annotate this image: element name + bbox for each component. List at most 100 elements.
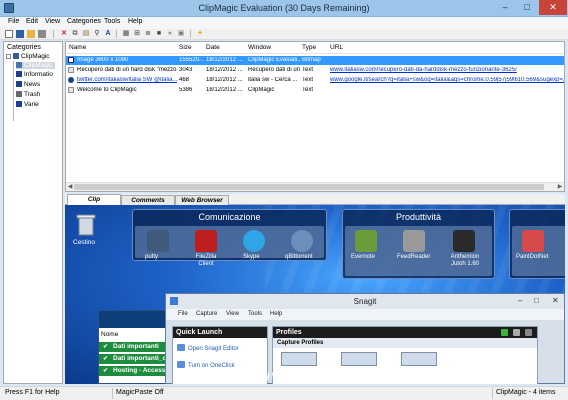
recycle-bin-label: Cestino	[73, 239, 96, 246]
find-icon[interactable]: ⚲	[93, 30, 101, 38]
row-name: Image 3600 x 1080	[77, 57, 129, 63]
fence-body: PaintDotNet	[512, 226, 565, 276]
close-button[interactable]: ✕	[539, 0, 567, 15]
row-name: Welcome to ClipMagic	[77, 87, 137, 93]
fence-item-label: qBittorrent	[285, 254, 313, 260]
delete-icon[interactable]: ✕	[60, 30, 68, 38]
table-row[interactable]: Image 3600 x 1080 155520... 18/12/2012 .…	[66, 56, 564, 65]
clip-list[interactable]: Name Size Date Window Type URL Image 360…	[65, 41, 565, 192]
minimize-icon: –	[518, 296, 523, 305]
row-date: 18/12/2012 ...	[206, 87, 243, 93]
fence-body: Evernote FeedReader Anthemion Jutoh 1.60	[345, 226, 492, 276]
row-size: 3043	[179, 67, 193, 73]
scroll-right-icon[interactable]: ▶	[556, 183, 564, 191]
tab-clip[interactable]: Clip	[67, 194, 121, 205]
snagit-menu-item: Help	[270, 311, 283, 317]
new-icon[interactable]	[5, 30, 13, 38]
save-icon[interactable]	[16, 30, 24, 38]
tree-root-label: ClipMagic	[21, 53, 50, 60]
tip-icon[interactable]: ✦	[196, 30, 204, 38]
open-icon[interactable]	[27, 30, 35, 38]
tab-comments[interactable]: Comments	[121, 195, 175, 205]
maximize-button[interactable]: □	[516, 0, 538, 15]
tree-root[interactable]: ClipMagic	[6, 53, 50, 60]
sidebar-item-label: ClipMagic	[24, 62, 53, 69]
sidebar-item-informatica[interactable]: Informatio	[16, 71, 53, 78]
fence-produttivita: Produttività Evernote FeedReader Anthemi…	[342, 209, 495, 279]
column-window[interactable]: Window	[248, 44, 271, 51]
jutoh-icon	[453, 230, 475, 252]
image-icon[interactable]: ▣	[177, 30, 185, 38]
record-icon[interactable]: ●	[166, 30, 174, 38]
snagit-menu: File Capture View Tools Help	[166, 309, 564, 320]
sidebar-item-news[interactable]: News	[16, 81, 40, 88]
print-icon[interactable]	[38, 30, 46, 38]
row-type: Bitmap	[302, 57, 321, 63]
sidebar-item-label: Trash	[24, 91, 41, 98]
scrollbar-thumb[interactable]	[74, 184, 544, 190]
profile-thumbnail	[341, 352, 377, 366]
toolbar-separator	[116, 30, 117, 38]
qbittorrent-icon	[291, 230, 313, 252]
column-type[interactable]: Type	[302, 44, 316, 51]
profiles-title: Profiles	[273, 327, 537, 338]
paste-icon[interactable]: ▤	[82, 30, 90, 38]
row-url[interactable]: www.google.it/search?q=italia+sw&oq=ital…	[330, 77, 564, 83]
filezilla-icon	[195, 230, 217, 252]
column-date[interactable]: Date	[206, 44, 220, 51]
oneclick-icon	[177, 361, 185, 368]
row-date: 18/12/2012 ...	[206, 77, 243, 83]
table-row[interactable]: Welcome to ClipMagic 5386 18/12/2012 ...…	[66, 86, 564, 95]
row-name[interactable]: twitter.com/italiasw/italia SW @italia..…	[77, 77, 177, 83]
menu-categories[interactable]: Categories	[67, 18, 101, 25]
row-date: 18/12/2012 ...	[206, 57, 243, 63]
fence-item-label: Evernote	[351, 254, 376, 260]
column-url[interactable]: URL	[330, 44, 343, 51]
sidebar-item-trash[interactable]: Trash	[16, 91, 40, 98]
row-type: Text	[302, 67, 314, 73]
tab-web-browser[interactable]: Web Browser	[175, 195, 229, 205]
list-icon[interactable]: ≣	[144, 30, 152, 38]
row-date: 18/12/2012 ...	[206, 67, 243, 73]
menu-file[interactable]: File	[8, 18, 19, 25]
scroll-left-icon[interactable]: ◀	[66, 183, 74, 191]
snagit-menu-item: File	[178, 311, 188, 317]
sidebar-item-clipmagic[interactable]: ClipMagic	[16, 62, 55, 69]
horizontal-scrollbar[interactable]: ◀ ▶	[66, 182, 564, 191]
menu-bar: File Edit View Categories Tools Help	[0, 17, 568, 29]
table-row[interactable]: twitter.com/italiasw/italia SW @italia..…	[66, 76, 564, 85]
status-summary: ClipMagic - 4 items	[496, 389, 556, 396]
title-bar[interactable]: ClipMagic Evaluation (30 Days Remaining)…	[0, 0, 568, 17]
add-profile-icon	[501, 329, 508, 336]
profiles-subtitle: Capture Profiles	[273, 338, 537, 348]
collapse-icon[interactable]	[6, 54, 11, 59]
fence-item-label: FeedReader	[397, 254, 431, 260]
sidebar-item-varie[interactable]: Varie	[16, 101, 39, 108]
menu-edit[interactable]: Edit	[26, 18, 38, 25]
grid-icon[interactable]: ▦	[122, 30, 130, 38]
folder-icon	[16, 62, 22, 68]
menu-tools[interactable]: Tools	[104, 18, 120, 25]
close-icon: ✕	[552, 296, 559, 305]
table-icon[interactable]: ⊞	[133, 30, 141, 38]
status-magicpaste: MagicPaste Off	[116, 389, 164, 396]
row-size: 5386	[179, 87, 193, 93]
menu-help[interactable]: Help	[128, 18, 142, 25]
category-tree[interactable]: Categories ClipMagic ClipMagic Informati…	[3, 41, 63, 384]
minimize-button[interactable]: –	[494, 0, 516, 15]
tree-connector	[13, 61, 14, 121]
row-url[interactable]: www.italiasw.com/recupero-dati-da-harddi…	[330, 67, 564, 73]
fence-item-label: Skype	[243, 254, 260, 260]
toolbar: ✕ ⧉ ▤ ⚲ A ▦ ⊞ ≣ ■ ● ▣ ✦	[0, 29, 568, 40]
column-name[interactable]: Name	[69, 44, 86, 51]
column-size[interactable]: Size	[179, 44, 192, 51]
fence-title: Produttività	[395, 212, 442, 222]
menu-view[interactable]: View	[45, 18, 60, 25]
text-icon[interactable]: A	[104, 30, 112, 38]
link-icon	[68, 77, 74, 83]
putty-icon	[147, 230, 169, 252]
table-row[interactable]: Recupero dati di un hard disk "mezzo ...…	[66, 66, 564, 75]
copy-icon[interactable]: ⧉	[71, 30, 79, 38]
stop-icon[interactable]: ■	[155, 30, 163, 38]
sidebar-item-label: Informatio	[24, 71, 53, 78]
